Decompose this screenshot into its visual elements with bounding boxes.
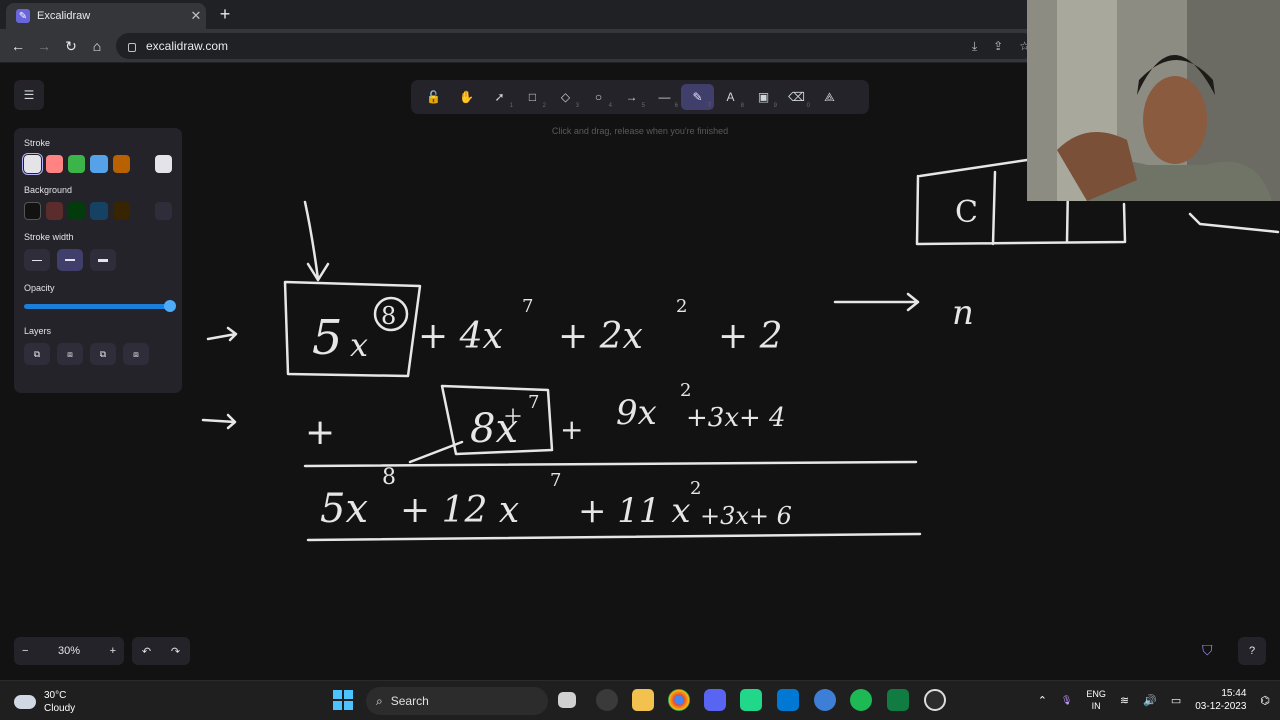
time: 15:44 bbox=[1221, 688, 1247, 699]
new-tab-icon[interactable]: + bbox=[214, 4, 236, 26]
clock[interactable]: 15:44 03-12-2023 bbox=[1195, 687, 1246, 713]
excalidraw-favicon-icon: ✎ bbox=[16, 9, 30, 23]
zoom-in-button[interactable]: + bbox=[110, 645, 116, 657]
line1-rest: + 4x bbox=[418, 316, 503, 357]
install-icon[interactable]: ⤓ bbox=[972, 39, 977, 54]
notifications-icon[interactable]: ⌬ bbox=[1260, 694, 1270, 707]
help-button[interactable]: ? bbox=[1238, 637, 1266, 665]
svg-text:C: C bbox=[955, 195, 978, 230]
close-tab-icon[interactable]: ✕ bbox=[186, 8, 206, 24]
drawn-sum-line bbox=[303, 460, 918, 468]
chrome-icon[interactable] bbox=[668, 689, 690, 711]
volume-icon[interactable]: 🔊 bbox=[1143, 694, 1157, 707]
system-tray: ⌃ 🎙 ENG IN ≋ 🔊 ▭ 15:44 03-12-2023 ⌬ bbox=[1038, 687, 1270, 713]
lock-icon bbox=[128, 42, 136, 52]
wifi-icon[interactable]: ≋ bbox=[1120, 694, 1129, 707]
screen: { "browser": { "tab_title": "Excalidraw"… bbox=[0, 0, 1280, 720]
weather-widget[interactable]: 30°C Cloudy bbox=[14, 689, 75, 715]
taskbar-search[interactable]: ⌕ Search bbox=[366, 687, 548, 715]
svg-text:+ 12 x: + 12 x bbox=[400, 490, 519, 531]
svg-text:+3x+ 4: +3x+ 4 bbox=[686, 403, 786, 433]
row2-plus: + bbox=[305, 412, 335, 453]
webcam-person-image bbox=[1027, 0, 1280, 201]
search-label: Search bbox=[390, 694, 429, 708]
svg-text:9x: 9x bbox=[616, 393, 657, 433]
tab-title: Excalidraw bbox=[37, 10, 91, 22]
redo-icon[interactable]: ↷ bbox=[171, 645, 180, 658]
svg-text:7: 7 bbox=[550, 470, 561, 491]
url-text: excalidraw.com bbox=[146, 39, 229, 53]
address-bar[interactable]: excalidraw.com bbox=[116, 33, 1036, 59]
webcam-overlay bbox=[1027, 0, 1280, 201]
cloud-icon bbox=[14, 695, 36, 709]
tab-excalidraw[interactable]: ✎ Excalidraw ✕ bbox=[6, 3, 206, 29]
excel-icon[interactable] bbox=[887, 689, 909, 711]
browser-app-icon[interactable] bbox=[814, 689, 836, 711]
drawn-bottom-line bbox=[306, 532, 922, 542]
drawn-arrow-2 bbox=[201, 413, 237, 430]
svg-text:x: x bbox=[350, 326, 368, 364]
svg-text:8x: 8x bbox=[470, 406, 518, 452]
vscode-icon[interactable] bbox=[777, 689, 799, 711]
home-icon[interactable]: ⌂ bbox=[87, 36, 107, 56]
spotify-icon[interactable] bbox=[850, 689, 872, 711]
weather-condition: Cloudy bbox=[44, 703, 76, 714]
svg-text:8: 8 bbox=[381, 302, 396, 330]
svg-text:2: 2 bbox=[676, 296, 687, 317]
shield-icon[interactable]: ⛉ bbox=[1202, 642, 1220, 660]
camera-app-icon[interactable] bbox=[596, 689, 618, 711]
drawn-arrow-1 bbox=[206, 326, 238, 342]
clion-icon[interactable] bbox=[740, 689, 762, 711]
obs-icon[interactable] bbox=[924, 689, 946, 711]
file-explorer-icon[interactable] bbox=[632, 689, 654, 711]
reload-icon[interactable]: ↻ bbox=[61, 36, 81, 56]
chevron-up-icon[interactable]: ⌃ bbox=[1038, 694, 1047, 707]
undo-icon[interactable]: ↶ bbox=[142, 645, 151, 658]
task-view-icon[interactable] bbox=[558, 692, 576, 708]
svg-text:8: 8 bbox=[382, 465, 396, 490]
svg-text:+ 11 x: + 11 x bbox=[578, 491, 691, 531]
result-row: 5x bbox=[320, 486, 368, 532]
svg-text:2: 2 bbox=[680, 380, 691, 401]
date: 03-12-2023 bbox=[1195, 701, 1247, 712]
question-icon: ? bbox=[1248, 645, 1256, 657]
term-5x8: 5 bbox=[312, 310, 343, 366]
drawn-down-arrow bbox=[303, 200, 330, 282]
svg-text:2: 2 bbox=[690, 478, 701, 499]
svg-text:+ 2x: + 2x bbox=[558, 316, 643, 357]
svg-text:+3x+ 6: +3x+ 6 bbox=[700, 502, 792, 530]
discord-icon[interactable] bbox=[704, 689, 726, 711]
share-icon[interactable]: ⇪ bbox=[993, 39, 1003, 54]
zoom-controls: − 30% + bbox=[14, 637, 124, 665]
forward-icon[interactable]: → bbox=[34, 36, 54, 56]
drawn-n: n bbox=[952, 293, 974, 333]
microphone-icon[interactable]: 🎙 bbox=[1061, 695, 1072, 706]
zoom-level[interactable]: 30% bbox=[58, 645, 80, 657]
temperature: 30°C bbox=[44, 690, 67, 701]
windows-start-icon[interactable] bbox=[333, 690, 353, 710]
search-icon: ⌕ bbox=[376, 693, 383, 708]
language-indicator[interactable]: ENG IN bbox=[1086, 688, 1106, 712]
history-controls: ↶ ↷ bbox=[132, 637, 190, 665]
battery-icon[interactable]: ▭ bbox=[1171, 694, 1181, 707]
svg-text:+ 2: + 2 bbox=[718, 316, 783, 357]
drawn-arrow-to-n bbox=[833, 292, 920, 312]
svg-text:7: 7 bbox=[528, 392, 539, 413]
svg-text:7: 7 bbox=[522, 296, 533, 317]
drawn-pointer-line bbox=[408, 440, 464, 464]
svg-text:+: + bbox=[560, 413, 583, 446]
windows-taskbar: 30°C Cloudy ⌕ Search ⌃ 🎙 ENG IN ≋ 🔊 ▭ 15… bbox=[0, 680, 1280, 720]
back-icon[interactable]: ← bbox=[8, 36, 28, 56]
zoom-out-button[interactable]: − bbox=[22, 645, 28, 657]
omnibox-actions: ⤓ ⇪ ☆ bbox=[972, 39, 1030, 54]
